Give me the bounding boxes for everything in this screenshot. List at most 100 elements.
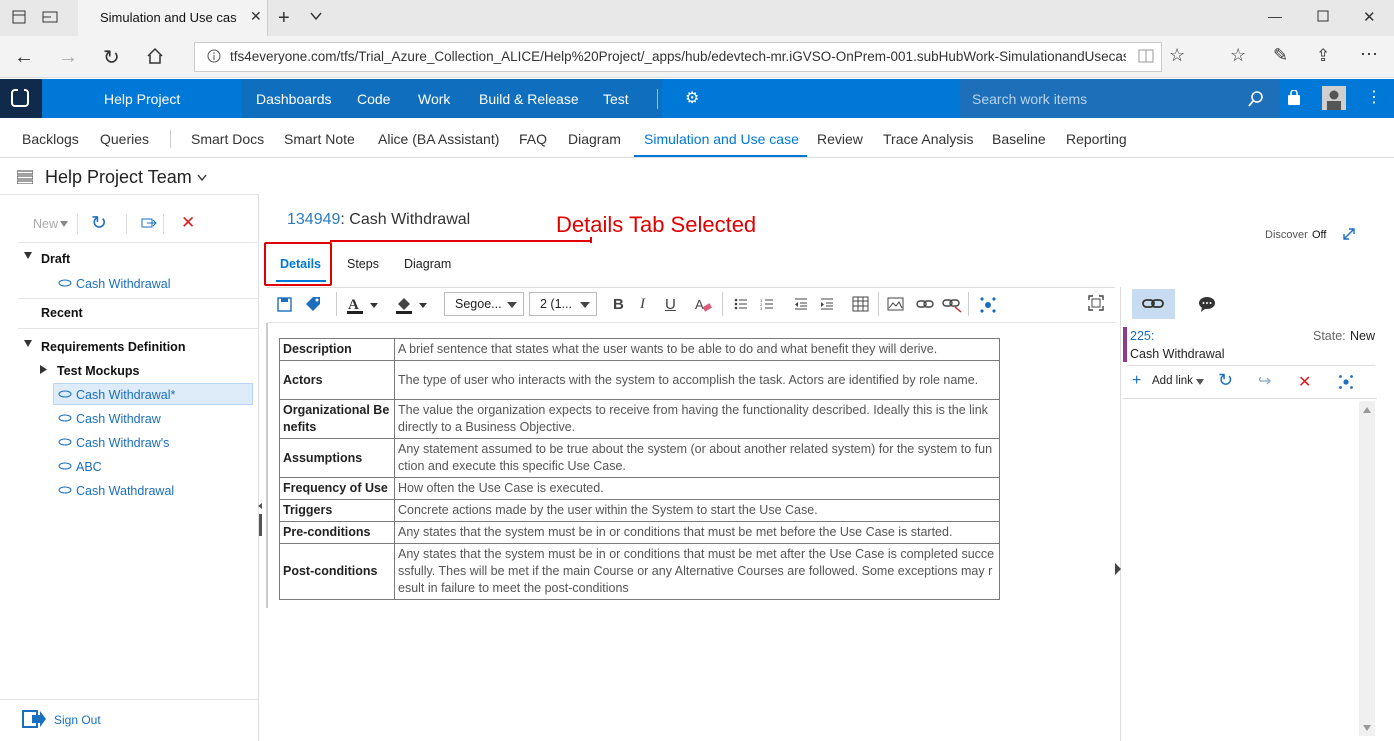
hamburger-icon[interactable] (17, 170, 33, 184)
tab-trace-analysis[interactable]: Trace Analysis (883, 131, 974, 147)
clear-format-icon[interactable]: A (694, 296, 712, 313)
back-icon[interactable]: ← (14, 46, 34, 69)
new-tab-icon[interactable]: + (278, 7, 290, 30)
link-icon[interactable] (916, 298, 934, 310)
tag-icon[interactable] (305, 296, 322, 313)
home-icon[interactable] (146, 47, 164, 65)
table-cell-value[interactable]: How often the Use Case is executed. (394, 477, 1000, 500)
refresh-icon[interactable]: ↻ (103, 45, 120, 70)
collapse-triangle-icon[interactable] (24, 252, 32, 260)
requirements-definition-group[interactable]: Requirements Definition (41, 340, 185, 354)
tab-details[interactable]: Details (280, 257, 321, 271)
favorite-star-icon[interactable]: ☆ (1169, 45, 1185, 66)
tab-review[interactable]: Review (817, 131, 863, 147)
favorites-icon[interactable]: ☆ (1230, 45, 1246, 66)
tab-steps[interactable]: Steps (347, 257, 379, 271)
linked-item-id[interactable]: 225: (1130, 329, 1154, 343)
collapse-right-arrow-icon[interactable] (1115, 563, 1121, 575)
hub-dashboards[interactable]: Dashboards (256, 91, 332, 107)
delete-icon[interactable]: ✕ (181, 213, 195, 233)
close-window-icon[interactable]: ✕ (1363, 8, 1376, 26)
work-item-name[interactable]: Cash Withdrawal (349, 211, 470, 228)
table-cell-value[interactable]: A brief sentence that states what the us… (394, 338, 1000, 361)
links-scrollbar[interactable] (1359, 401, 1375, 736)
underline-icon[interactable]: U (665, 296, 676, 313)
expand-triangle-icon[interactable] (40, 365, 48, 374)
list-item[interactable]: Cash Withdrawal* (76, 388, 175, 402)
more-vertical-icon[interactable]: ⋮ (1366, 87, 1382, 107)
pen-icon[interactable]: ✎ (1273, 45, 1288, 66)
splitter-handle[interactable] (258, 500, 263, 536)
links-tab[interactable] (1132, 289, 1175, 319)
unlink-icon[interactable] (942, 297, 962, 313)
hub-build-release[interactable]: Build & Release (479, 91, 579, 107)
refresh-icon[interactable]: ↻ (1218, 370, 1233, 391)
font-color-icon[interactable]: A (346, 295, 380, 315)
marketplace-bag-icon[interactable] (1286, 90, 1302, 106)
font-family-select[interactable]: Segoe... (444, 292, 524, 316)
bold-icon[interactable]: B (613, 296, 624, 313)
table-cell-value[interactable]: The type of user who interacts with the … (394, 360, 1000, 400)
image-icon[interactable] (887, 297, 904, 311)
indent-icon[interactable] (820, 298, 834, 310)
search-box[interactable]: Search work items (960, 79, 1280, 118)
tab-preview-icon[interactable] (42, 10, 58, 24)
caret-down-icon[interactable] (1196, 379, 1204, 385)
font-size-select[interactable]: 2 (1... (529, 292, 597, 316)
draft-group[interactable]: Draft (41, 252, 70, 266)
browser-tab[interactable]: Simulation and Use case ✕ (78, 0, 268, 36)
open-link-icon[interactable]: ↪ (1258, 371, 1271, 391)
discussion-icon[interactable] (1198, 296, 1216, 312)
tab-queries[interactable]: Queries (100, 131, 149, 147)
more-icon[interactable]: ⋯ (1360, 44, 1378, 65)
tab-simulation-use-case[interactable]: Simulation and Use case (644, 131, 799, 147)
table-cell-value[interactable]: The value the organization expects to re… (394, 399, 1000, 439)
linked-item-title[interactable]: Cash Withdrawal (1130, 347, 1224, 361)
share-icon[interactable]: ⇪ (1316, 46, 1330, 66)
bullet-list-icon[interactable] (734, 298, 748, 310)
tab-diagram[interactable]: Diagram (568, 131, 621, 147)
reading-view-icon[interactable] (1138, 49, 1154, 63)
hub-work[interactable]: Work (418, 91, 450, 107)
recent-group[interactable]: Recent (41, 306, 83, 320)
tab-smart-docs[interactable]: Smart Docs (191, 131, 264, 147)
list-item[interactable]: ABC (76, 460, 102, 474)
chevron-down-icon[interactable] (310, 10, 322, 22)
work-item-id[interactable]: 134949 (287, 211, 340, 228)
discover-toggle[interactable]: Off (1312, 229, 1326, 241)
table-cell-value[interactable]: Any states that the system must be in or… (394, 543, 1000, 600)
minimize-icon[interactable]: — (1268, 8, 1282, 24)
tab-reporting[interactable]: Reporting (1066, 131, 1127, 147)
list-item[interactable]: Cash Withdrawal (76, 277, 170, 291)
tab-alice[interactable]: Alice (BA Assistant) (378, 131, 499, 147)
expand-icon[interactable] (1342, 227, 1356, 241)
italic-icon[interactable]: I (640, 296, 645, 313)
list-item[interactable]: Cash Withdraw's (76, 436, 169, 450)
use-case-table[interactable]: Description A brief sentence that states … (279, 338, 1000, 600)
add-link-button[interactable]: Add link (1152, 375, 1193, 387)
test-mockups-group[interactable]: Test Mockups (57, 364, 139, 378)
ai-scan-icon[interactable] (1338, 374, 1354, 390)
save-icon[interactable] (277, 297, 292, 312)
outdent-icon[interactable] (794, 298, 808, 310)
forward-icon[interactable]: → (58, 46, 78, 69)
search-icon[interactable] (1247, 90, 1265, 108)
tab-smart-note[interactable]: Smart Note (284, 131, 355, 147)
team-title[interactable]: Help Project Team (45, 167, 192, 188)
table-icon[interactable] (852, 296, 869, 312)
sign-out-icon[interactable] (22, 709, 46, 729)
tab-faq[interactable]: FAQ (519, 131, 547, 147)
tab-backlogs[interactable]: Backlogs (22, 131, 79, 147)
hub-code[interactable]: Code (357, 91, 390, 107)
hub-test[interactable]: Test (603, 91, 629, 107)
table-cell-value[interactable]: Any statement assumed to be true about t… (394, 438, 1000, 478)
maximize-icon[interactable] (1317, 10, 1329, 22)
list-item[interactable]: Cash Wathdrawal (76, 484, 174, 498)
gear-icon[interactable]: ⚙ (685, 88, 699, 108)
move-icon[interactable] (141, 216, 157, 230)
vsts-logo[interactable] (0, 79, 42, 118)
list-item[interactable]: Cash Withdraw (76, 412, 161, 426)
ai-scan-icon[interactable] (979, 296, 997, 314)
fullscreen-icon[interactable] (1088, 295, 1104, 311)
collapse-triangle-icon[interactable] (24, 340, 32, 348)
